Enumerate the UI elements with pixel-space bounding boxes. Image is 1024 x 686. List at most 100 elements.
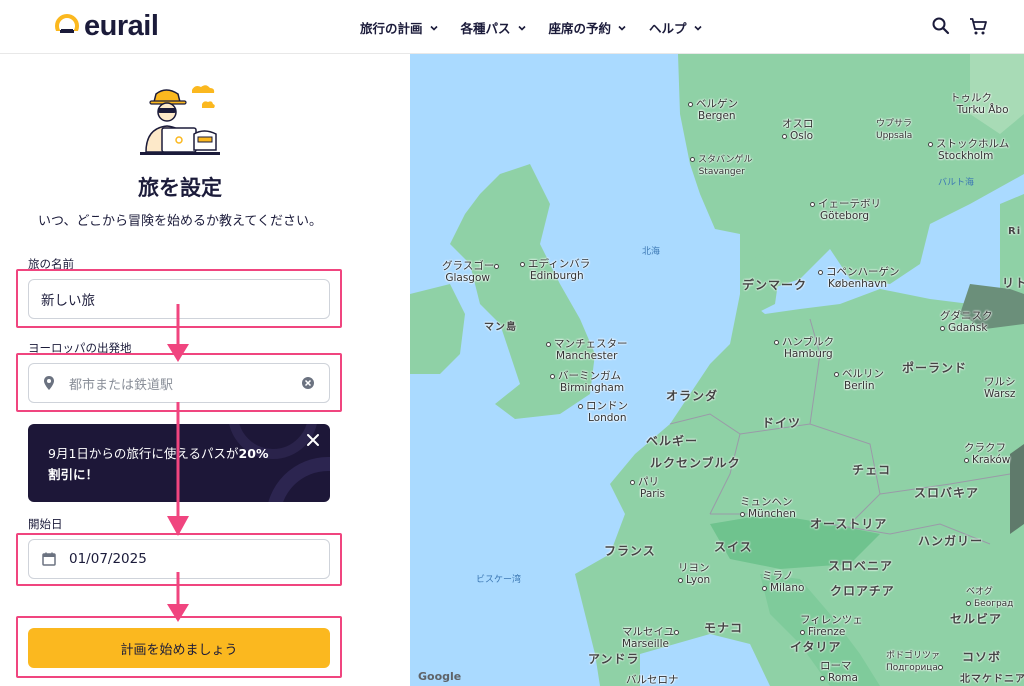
- map-country-switzerland: スイス: [714, 540, 753, 554]
- location-pin-icon: [44, 376, 54, 390]
- map-label: バーミンガム: [558, 370, 621, 382]
- map-country-andorra: アンドラ: [588, 652, 640, 666]
- map-label: ベルリン: [842, 368, 884, 380]
- map-city-london: ロンドン London: [578, 400, 628, 424]
- map-label: München: [748, 508, 796, 520]
- start-planning-button[interactable]: 計画を始めましょう: [28, 628, 330, 668]
- map-label: ハンブルク: [782, 336, 835, 348]
- map-city-barcelona: バルセロナ: [626, 674, 679, 686]
- map-label: ロンドン: [586, 400, 628, 412]
- map-city-podgorica: ポドゴリツァ Подгорица: [886, 650, 946, 674]
- map-country-italy: イタリア: [790, 640, 842, 654]
- main-nav: 旅行の計画 各種パス 座席の予約 ヘルプ: [360, 18, 703, 37]
- map-label: ミラノ: [762, 570, 794, 582]
- map-country-serbia: セルビア: [950, 612, 1003, 626]
- promo-text-before: 9月1日からの旅行に使えるパスが: [48, 446, 239, 461]
- nav-label: 座席の予約: [548, 21, 612, 36]
- map-country-riga: Ri: [1008, 226, 1022, 237]
- promo-discount: 20%: [238, 446, 269, 461]
- map-city-gdansk: グダニスク Gdańsk: [940, 310, 993, 334]
- map-country-netherlands: オランダ: [666, 389, 719, 403]
- search-icon[interactable]: [931, 16, 951, 36]
- map-label: リヨン: [678, 562, 710, 574]
- map-city-hamburg: ハンブルク Hamburg: [774, 336, 834, 360]
- map-city-glasgow: グラスゴー Glasgow: [442, 260, 502, 284]
- chevron-down-icon: [429, 25, 438, 31]
- map-label: Lyon: [686, 574, 711, 586]
- map-country-isle-of-man: マン島: [484, 322, 517, 333]
- map-city-marseille: マルセイユ Marseille: [622, 626, 682, 650]
- map-city-stockholm: ストックホルム Stockholm: [928, 138, 1009, 162]
- map-city-rome: ローマ Roma: [820, 660, 858, 684]
- map-country-slovakia: スロバキア: [914, 486, 980, 500]
- map-label: マンチェスター: [554, 338, 628, 350]
- traveler-illustration: [140, 85, 220, 155]
- trip-name-value: 新しい旅: [41, 293, 95, 309]
- map-label: コペンハーゲン: [826, 266, 900, 278]
- map-city-birmingham: バーミンガム Birmingham: [550, 370, 624, 394]
- start-date-label: 開始日: [28, 517, 63, 531]
- page-subtitle: いつ、どこから冒険を始めるか教えてください。: [37, 214, 323, 229]
- map-label: グラスゴー: [442, 260, 495, 272]
- map-label: Marseille: [622, 638, 669, 650]
- header: eurail 旅行の計画 各種パス 座席の予約 ヘルプ: [0, 0, 1024, 54]
- nav-help[interactable]: ヘルプ: [649, 18, 703, 37]
- map-city-turku: トゥルク Turku Åbo: [950, 92, 1009, 116]
- map-label: Turku Åbo: [956, 104, 1009, 116]
- map-country-hungary: ハンガリー: [918, 534, 984, 548]
- map-label: Kraków: [972, 454, 1011, 466]
- map-label: Manchester: [556, 350, 618, 362]
- nav-seat-reservations[interactable]: 座席の予約: [549, 18, 628, 37]
- map-city-berlin: ベルリン Berlin: [834, 368, 884, 392]
- nav-trip-planning[interactable]: 旅行の計画: [360, 18, 439, 37]
- map-city-uppsala: ウプサラ Uppsala: [876, 118, 912, 142]
- cart-icon[interactable]: [968, 16, 988, 36]
- map-label: Stavanger: [698, 167, 745, 177]
- map-country-belgium: ベルギー: [646, 434, 699, 448]
- map-label: Berlin: [844, 380, 875, 392]
- map-label: パリ: [638, 476, 659, 488]
- nav-passes[interactable]: 各種パス: [461, 18, 527, 37]
- map-city-copenhagen: コペンハーゲン København: [818, 266, 900, 290]
- map-sea-north-sea: 北海: [642, 247, 661, 257]
- map-label: Paris: [640, 488, 666, 500]
- map-city-munich: ミュンヘン München: [740, 496, 796, 520]
- map-label: Birmingham: [560, 382, 625, 394]
- nav-label: 各種パス: [460, 21, 511, 36]
- map-city-paris: パリ Paris: [630, 476, 665, 500]
- map-label: Edinburgh: [530, 270, 584, 282]
- map-country-france: フランス: [604, 544, 656, 558]
- map-city-goteborg: イェーテボリ Göteborg: [810, 198, 881, 222]
- map-label: Roma: [828, 672, 858, 684]
- google-attribution: Google: [418, 670, 462, 683]
- map-city-belgrade: ベオグ Београд: [966, 586, 1013, 610]
- map-sea-biscay: ビスケー湾: [476, 575, 522, 585]
- chevron-down-icon: [618, 25, 626, 31]
- origin-input[interactable]: 都市または鉄道駅: [28, 363, 330, 403]
- arrow-down-icon: [167, 304, 189, 362]
- page-title: 旅を設定: [138, 176, 222, 200]
- map-label: ベルゲン: [696, 98, 738, 110]
- chevron-down-icon: [693, 25, 702, 31]
- map-country-denmark: デンマーク: [742, 278, 808, 292]
- map-label: エディンバラ: [528, 258, 591, 270]
- map-label: ワルシ: [984, 376, 1016, 388]
- clear-input-icon[interactable]: [301, 376, 315, 390]
- map-country-croatia: クロアチア: [830, 584, 895, 598]
- europe-map[interactable]: ベルゲン Bergen オスロ Oslo ウプサラ Uppsala ストックホルム …: [410, 54, 1024, 686]
- map-label: Београд: [974, 599, 1014, 609]
- map-label: クラクフ: [964, 442, 1006, 454]
- close-icon[interactable]: [306, 433, 320, 447]
- chevron-down-icon: [517, 25, 526, 31]
- eurail-logo[interactable]: eurail: [54, 11, 159, 41]
- map-label: トゥルク: [950, 92, 992, 104]
- map-label: Stockholm: [938, 150, 994, 162]
- map-label: Gdańsk: [948, 322, 988, 334]
- map-city-oslo: オスロ Oslo: [782, 118, 814, 142]
- map-label: ストックホルム: [936, 138, 1010, 150]
- map-label: Glasgow: [445, 272, 490, 284]
- map-label: Bergen: [698, 110, 736, 122]
- nav-label: 旅行の計画: [360, 21, 423, 36]
- map-label: Warsz: [984, 388, 1016, 400]
- origin-placeholder: 都市または鉄道駅: [69, 377, 174, 393]
